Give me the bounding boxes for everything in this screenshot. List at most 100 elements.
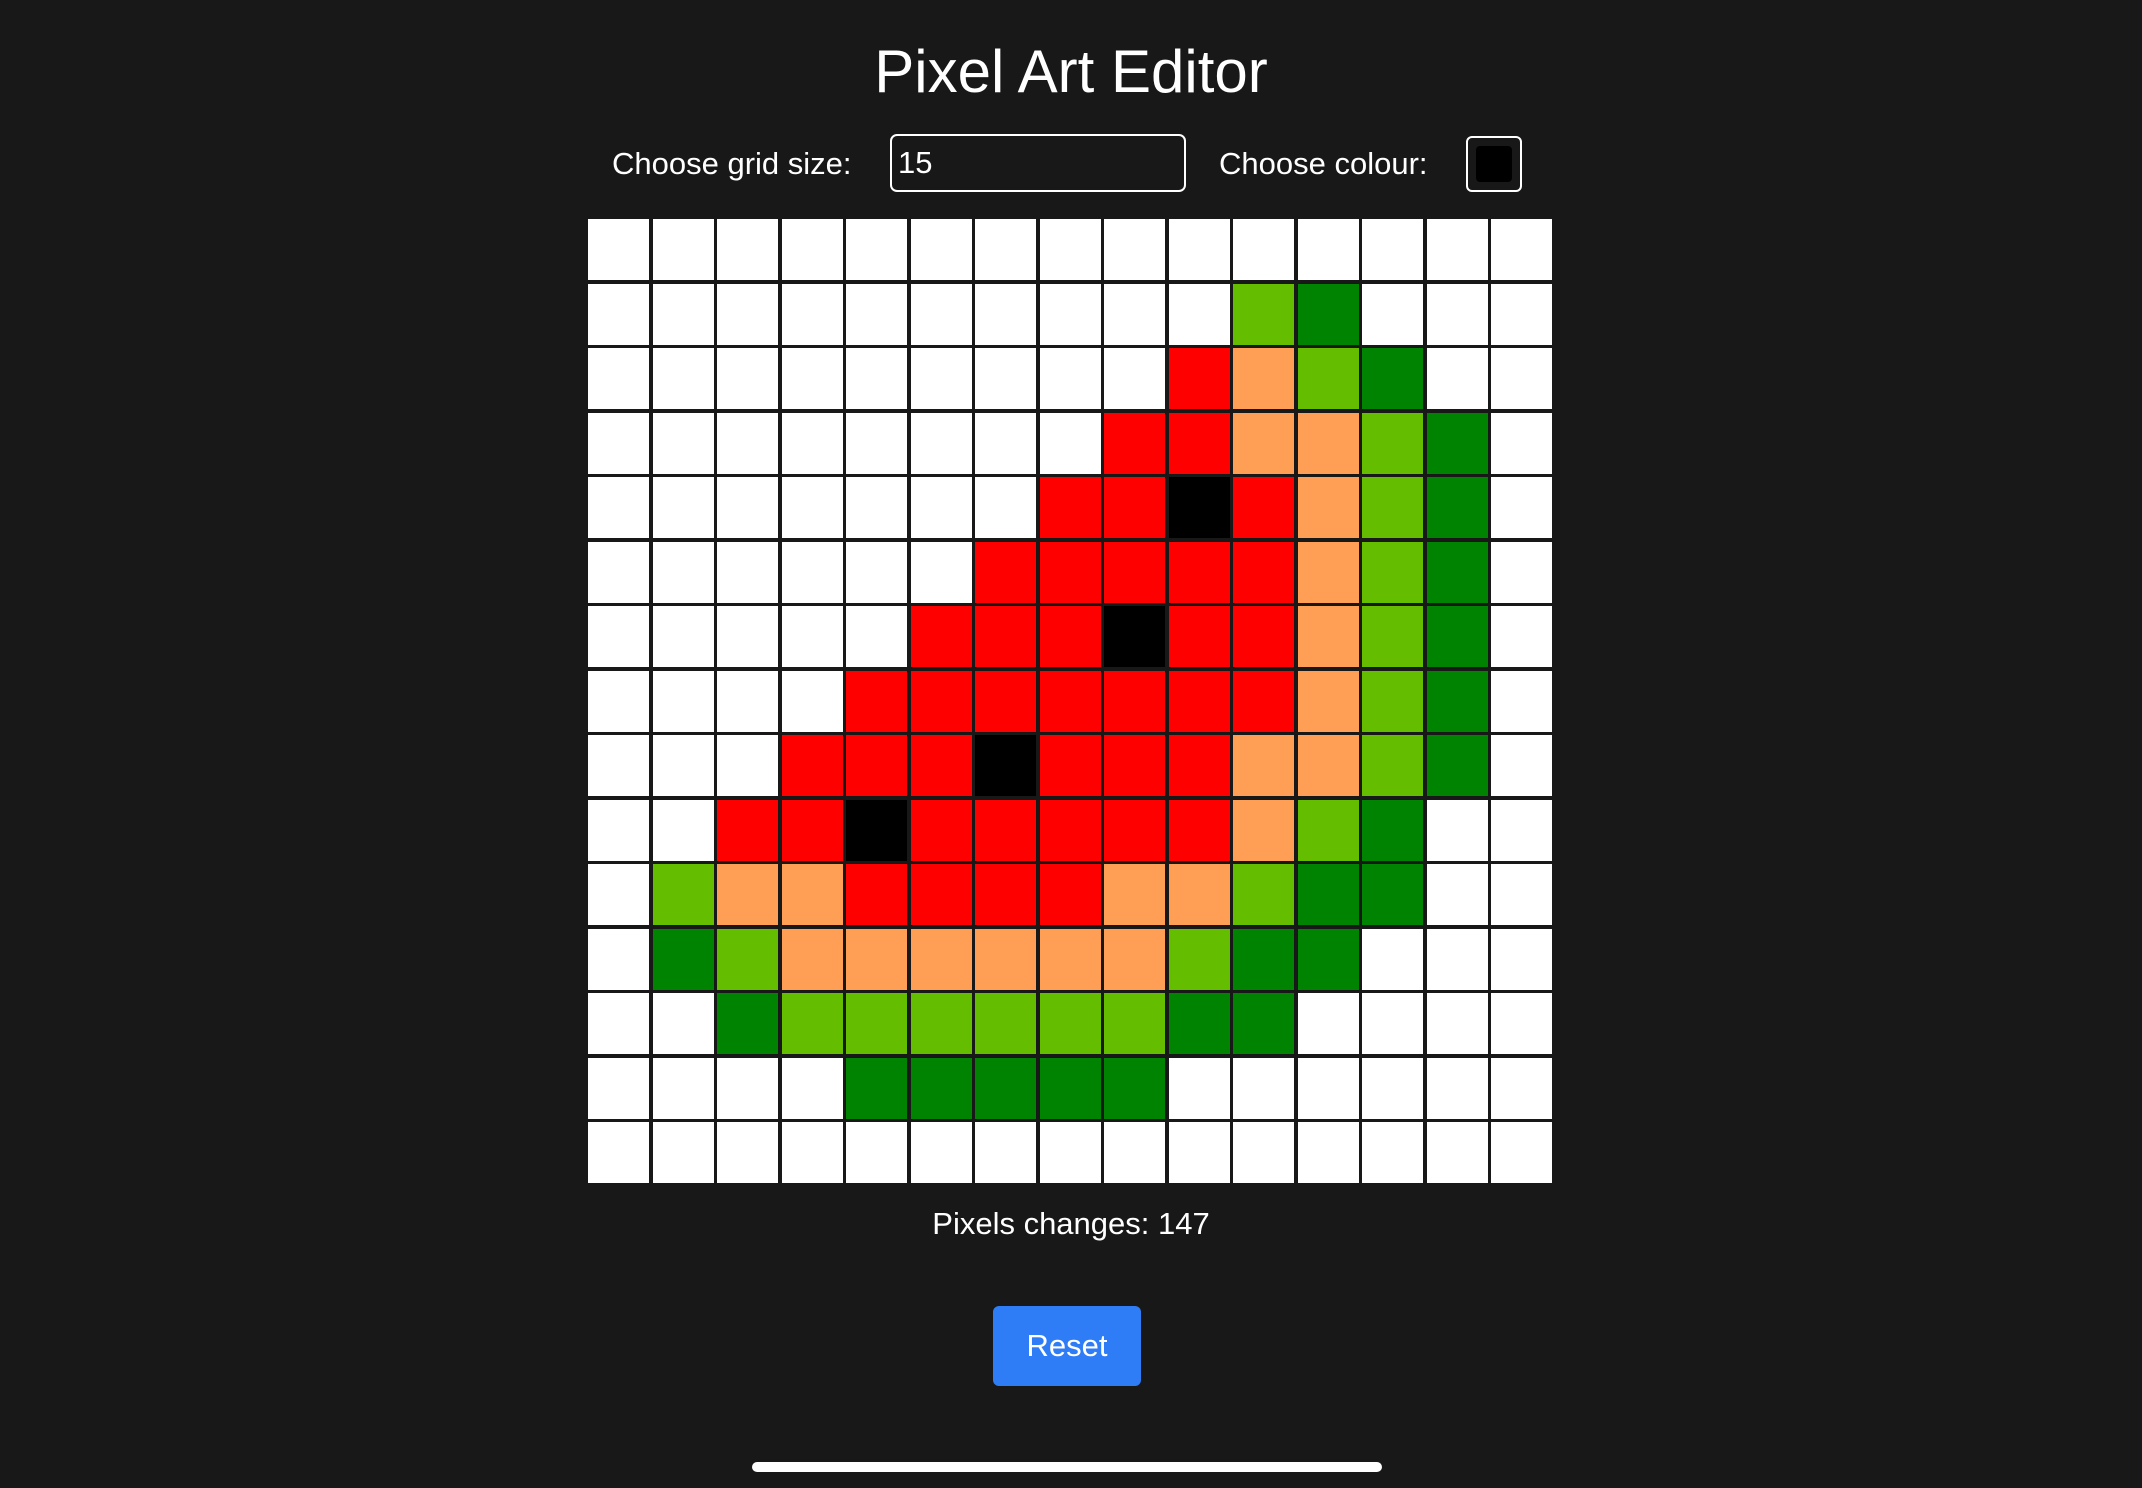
pixel-cell[interactable] xyxy=(1362,799,1423,861)
pixel-cell[interactable] xyxy=(781,541,843,603)
pixel-cell[interactable] xyxy=(975,799,1036,861)
pixel-cell[interactable] xyxy=(975,735,1036,796)
pixel-cell[interactable] xyxy=(1426,477,1488,538)
pixel-cell[interactable] xyxy=(910,412,972,474)
pixel-cell[interactable] xyxy=(1168,670,1230,732)
pixel-cell[interactable] xyxy=(846,348,907,409)
pixel-cell[interactable] xyxy=(1233,477,1294,538)
pixel-cell[interactable] xyxy=(1104,928,1165,990)
pixel-cell[interactable] xyxy=(1491,283,1552,345)
pixel-cell[interactable] xyxy=(1491,477,1552,538)
pixel-cell[interactable] xyxy=(781,735,843,796)
pixel-cell[interactable] xyxy=(1168,1122,1230,1183)
pixel-cell[interactable] xyxy=(781,799,843,861)
pixel-cell[interactable] xyxy=(910,864,972,925)
pixel-cell[interactable] xyxy=(1491,993,1552,1054)
pixel-cell[interactable] xyxy=(652,283,714,345)
pixel-cell[interactable] xyxy=(1297,864,1359,925)
pixel-cell[interactable] xyxy=(588,799,649,861)
pixel-cell[interactable] xyxy=(652,735,714,796)
pixel-cell[interactable] xyxy=(846,477,907,538)
pixel-cell[interactable] xyxy=(1168,864,1230,925)
pixel-cell[interactable] xyxy=(910,1122,972,1183)
pixel-cell[interactable] xyxy=(1491,928,1552,990)
pixel-cell[interactable] xyxy=(1104,1122,1165,1183)
pixel-cell[interactable] xyxy=(1491,1122,1552,1183)
pixel-cell[interactable] xyxy=(1491,219,1552,280)
pixel-cell[interactable] xyxy=(717,1057,778,1119)
pixel-cell[interactable] xyxy=(1104,412,1165,474)
pixel-cell[interactable] xyxy=(652,670,714,732)
pixel-cell[interactable] xyxy=(1297,1057,1359,1119)
pixel-cell[interactable] xyxy=(588,1122,649,1183)
pixel-cell[interactable] xyxy=(1039,799,1101,861)
pixel-cell[interactable] xyxy=(1233,606,1294,667)
pixel-cell[interactable] xyxy=(1297,606,1359,667)
pixel-cell[interactable] xyxy=(1233,348,1294,409)
pixel-cell[interactable] xyxy=(846,541,907,603)
pixel-cell[interactable] xyxy=(717,348,778,409)
pixel-cell[interactable] xyxy=(652,477,714,538)
pixel-cell[interactable] xyxy=(1426,928,1488,990)
pixel-cell[interactable] xyxy=(717,412,778,474)
pixel-cell[interactable] xyxy=(910,670,972,732)
pixel-cell[interactable] xyxy=(846,219,907,280)
pixel-cell[interactable] xyxy=(588,348,649,409)
pixel-cell[interactable] xyxy=(846,735,907,796)
pixel-cell[interactable] xyxy=(1426,799,1488,861)
pixel-cell[interactable] xyxy=(1297,928,1359,990)
pixel-cell[interactable] xyxy=(1233,1057,1294,1119)
pixel-cell[interactable] xyxy=(1104,348,1165,409)
pixel-cell[interactable] xyxy=(781,283,843,345)
pixel-cell[interactable] xyxy=(1297,670,1359,732)
pixel-cell[interactable] xyxy=(1104,541,1165,603)
pixel-cell[interactable] xyxy=(1426,348,1488,409)
pixel-cell[interactable] xyxy=(588,1057,649,1119)
pixel-cell[interactable] xyxy=(1297,1122,1359,1183)
pixel-cell[interactable] xyxy=(1233,219,1294,280)
pixel-cell[interactable] xyxy=(1104,799,1165,861)
pixel-cell[interactable] xyxy=(1362,928,1423,990)
pixel-cell[interactable] xyxy=(846,1122,907,1183)
pixel-cell[interactable] xyxy=(1491,864,1552,925)
pixel-cell[interactable] xyxy=(652,993,714,1054)
pixel-cell[interactable] xyxy=(1491,1057,1552,1119)
pixel-cell[interactable] xyxy=(1039,864,1101,925)
pixel-cell[interactable] xyxy=(846,1057,907,1119)
pixel-cell[interactable] xyxy=(1297,799,1359,861)
pixel-cell[interactable] xyxy=(1233,993,1294,1054)
pixel-cell[interactable] xyxy=(1104,219,1165,280)
pixel-cell[interactable] xyxy=(588,541,649,603)
pixel-cell[interactable] xyxy=(1039,928,1101,990)
pixel-cell[interactable] xyxy=(910,477,972,538)
pixel-cell[interactable] xyxy=(652,348,714,409)
pixel-cell[interactable] xyxy=(1362,541,1423,603)
pixel-cell[interactable] xyxy=(1104,735,1165,796)
pixel-cell[interactable] xyxy=(1039,219,1101,280)
pixel-cell[interactable] xyxy=(588,928,649,990)
pixel-cell[interactable] xyxy=(1233,670,1294,732)
pixel-cell[interactable] xyxy=(1104,477,1165,538)
pixel-cell[interactable] xyxy=(717,219,778,280)
pixel-cell[interactable] xyxy=(846,993,907,1054)
pixel-cell[interactable] xyxy=(652,541,714,603)
pixel-cell[interactable] xyxy=(1426,670,1488,732)
pixel-cell[interactable] xyxy=(1362,1057,1423,1119)
pixel-cell[interactable] xyxy=(588,864,649,925)
pixel-cell[interactable] xyxy=(1104,993,1165,1054)
pixel-cell[interactable] xyxy=(1491,412,1552,474)
colour-picker[interactable] xyxy=(1466,136,1522,192)
pixel-cell[interactable] xyxy=(1168,477,1230,538)
pixel-cell[interactable] xyxy=(781,864,843,925)
pixel-cell[interactable] xyxy=(1039,993,1101,1054)
pixel-cell[interactable] xyxy=(717,477,778,538)
pixel-cell[interactable] xyxy=(1104,670,1165,732)
pixel-cell[interactable] xyxy=(1297,348,1359,409)
pixel-cell[interactable] xyxy=(975,670,1036,732)
pixel-cell[interactable] xyxy=(846,283,907,345)
pixel-cell[interactable] xyxy=(1491,670,1552,732)
pixel-cell[interactable] xyxy=(781,1057,843,1119)
pixel-cell[interactable] xyxy=(652,1057,714,1119)
pixel-cell[interactable] xyxy=(781,993,843,1054)
pixel-cell[interactable] xyxy=(1233,735,1294,796)
